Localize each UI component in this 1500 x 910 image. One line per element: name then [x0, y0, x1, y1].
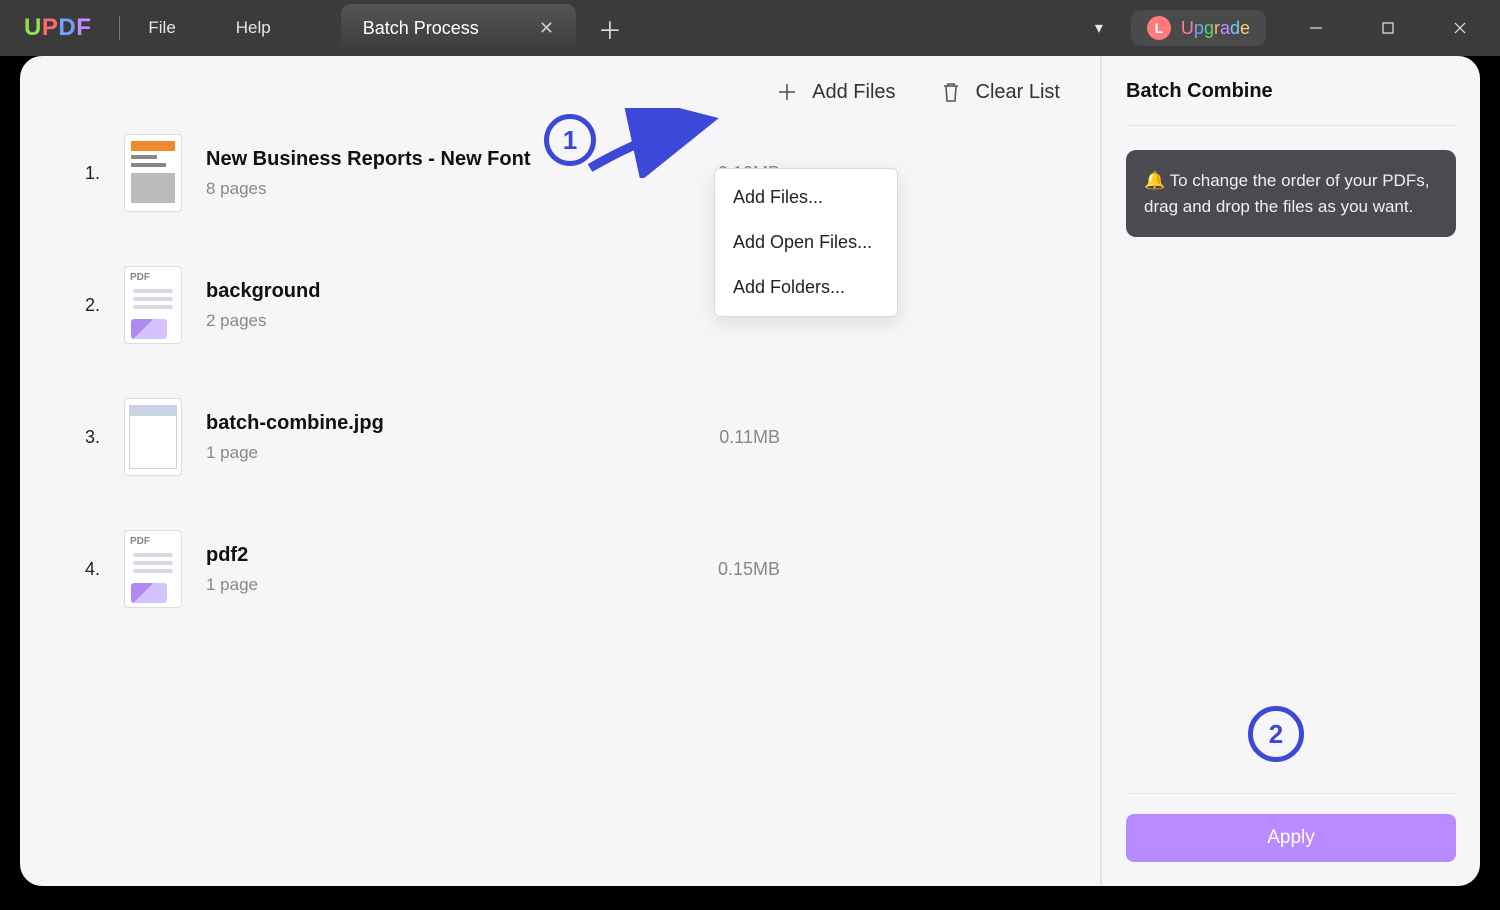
- chevron-down-icon[interactable]: ▾: [1095, 18, 1103, 38]
- titlebar: UPDF File Help Batch Process ✕ ＋ ▾ L Upg…: [0, 0, 1500, 56]
- dropdown-add-open-files[interactable]: Add Open Files...: [715, 220, 897, 265]
- tab-batch-process[interactable]: Batch Process ✕: [341, 4, 576, 52]
- annotation-arrow-icon: [580, 108, 730, 178]
- file-size: 0.11MB: [660, 427, 780, 448]
- clear-list-label: Clear List: [976, 81, 1060, 104]
- close-tab-icon[interactable]: ✕: [539, 18, 554, 39]
- upgrade-label: Upgrade: [1181, 18, 1250, 39]
- file-pages: 1 page: [206, 575, 636, 595]
- plus-icon: [776, 81, 798, 103]
- trash-icon: [940, 80, 962, 104]
- workspace: Add Files Clear List 1. New Business Rep…: [20, 56, 1480, 886]
- file-size: 0.15MB: [660, 559, 780, 580]
- file-name: background: [206, 280, 636, 303]
- add-files-dropdown: Add Files... Add Open Files... Add Folde…: [714, 168, 898, 317]
- list-item[interactable]: 3. batch-combine.jpg 1 page 0.11MB: [80, 398, 1040, 476]
- minimize-button[interactable]: [1294, 8, 1338, 48]
- divider: [119, 16, 120, 40]
- upgrade-button[interactable]: L Upgrade: [1131, 10, 1266, 46]
- close-window-button[interactable]: [1438, 8, 1482, 48]
- list-item[interactable]: 4. pdf2 1 page 0.15MB: [80, 530, 1040, 608]
- row-index: 2.: [80, 295, 100, 316]
- row-index: 4.: [80, 559, 100, 580]
- add-files-button[interactable]: Add Files: [776, 81, 895, 104]
- sidebar: Batch Combine 🔔 To change the order of y…: [1100, 56, 1480, 886]
- add-files-label: Add Files: [812, 81, 895, 104]
- maximize-button[interactable]: [1366, 8, 1410, 48]
- sidebar-tip: 🔔 To change the order of your PDFs, drag…: [1126, 150, 1456, 237]
- clear-list-button[interactable]: Clear List: [940, 80, 1060, 104]
- file-pages: 2 pages: [206, 311, 636, 331]
- file-name: pdf2: [206, 544, 636, 567]
- dropdown-add-folders[interactable]: Add Folders...: [715, 265, 897, 310]
- tab-strip: Batch Process ✕ ＋: [341, 4, 622, 52]
- app-logo: UPDF: [24, 14, 91, 42]
- menu-help[interactable]: Help: [236, 18, 271, 38]
- apply-button[interactable]: Apply: [1126, 814, 1456, 862]
- file-name: batch-combine.jpg: [206, 412, 636, 435]
- dropdown-add-files[interactable]: Add Files...: [715, 175, 897, 220]
- annotation-callout-2: 2: [1248, 706, 1304, 762]
- avatar: L: [1147, 16, 1171, 40]
- file-list: 1. New Business Reports - New Font 8 pag…: [50, 114, 1070, 682]
- file-thumbnail: [124, 134, 182, 212]
- main-panel: Add Files Clear List 1. New Business Rep…: [20, 56, 1100, 886]
- sidebar-title: Batch Combine: [1126, 80, 1456, 126]
- tab-label: Batch Process: [363, 18, 479, 39]
- menu-file[interactable]: File: [148, 18, 175, 38]
- row-index: 3.: [80, 427, 100, 448]
- file-thumbnail: [124, 398, 182, 476]
- file-toolbar: Add Files Clear List: [50, 56, 1070, 114]
- row-index: 1.: [80, 163, 100, 184]
- file-thumbnail: [124, 266, 182, 344]
- file-pages: 8 pages: [206, 179, 636, 199]
- new-tab-button[interactable]: ＋: [598, 11, 622, 46]
- file-pages: 1 page: [206, 443, 636, 463]
- file-thumbnail: [124, 530, 182, 608]
